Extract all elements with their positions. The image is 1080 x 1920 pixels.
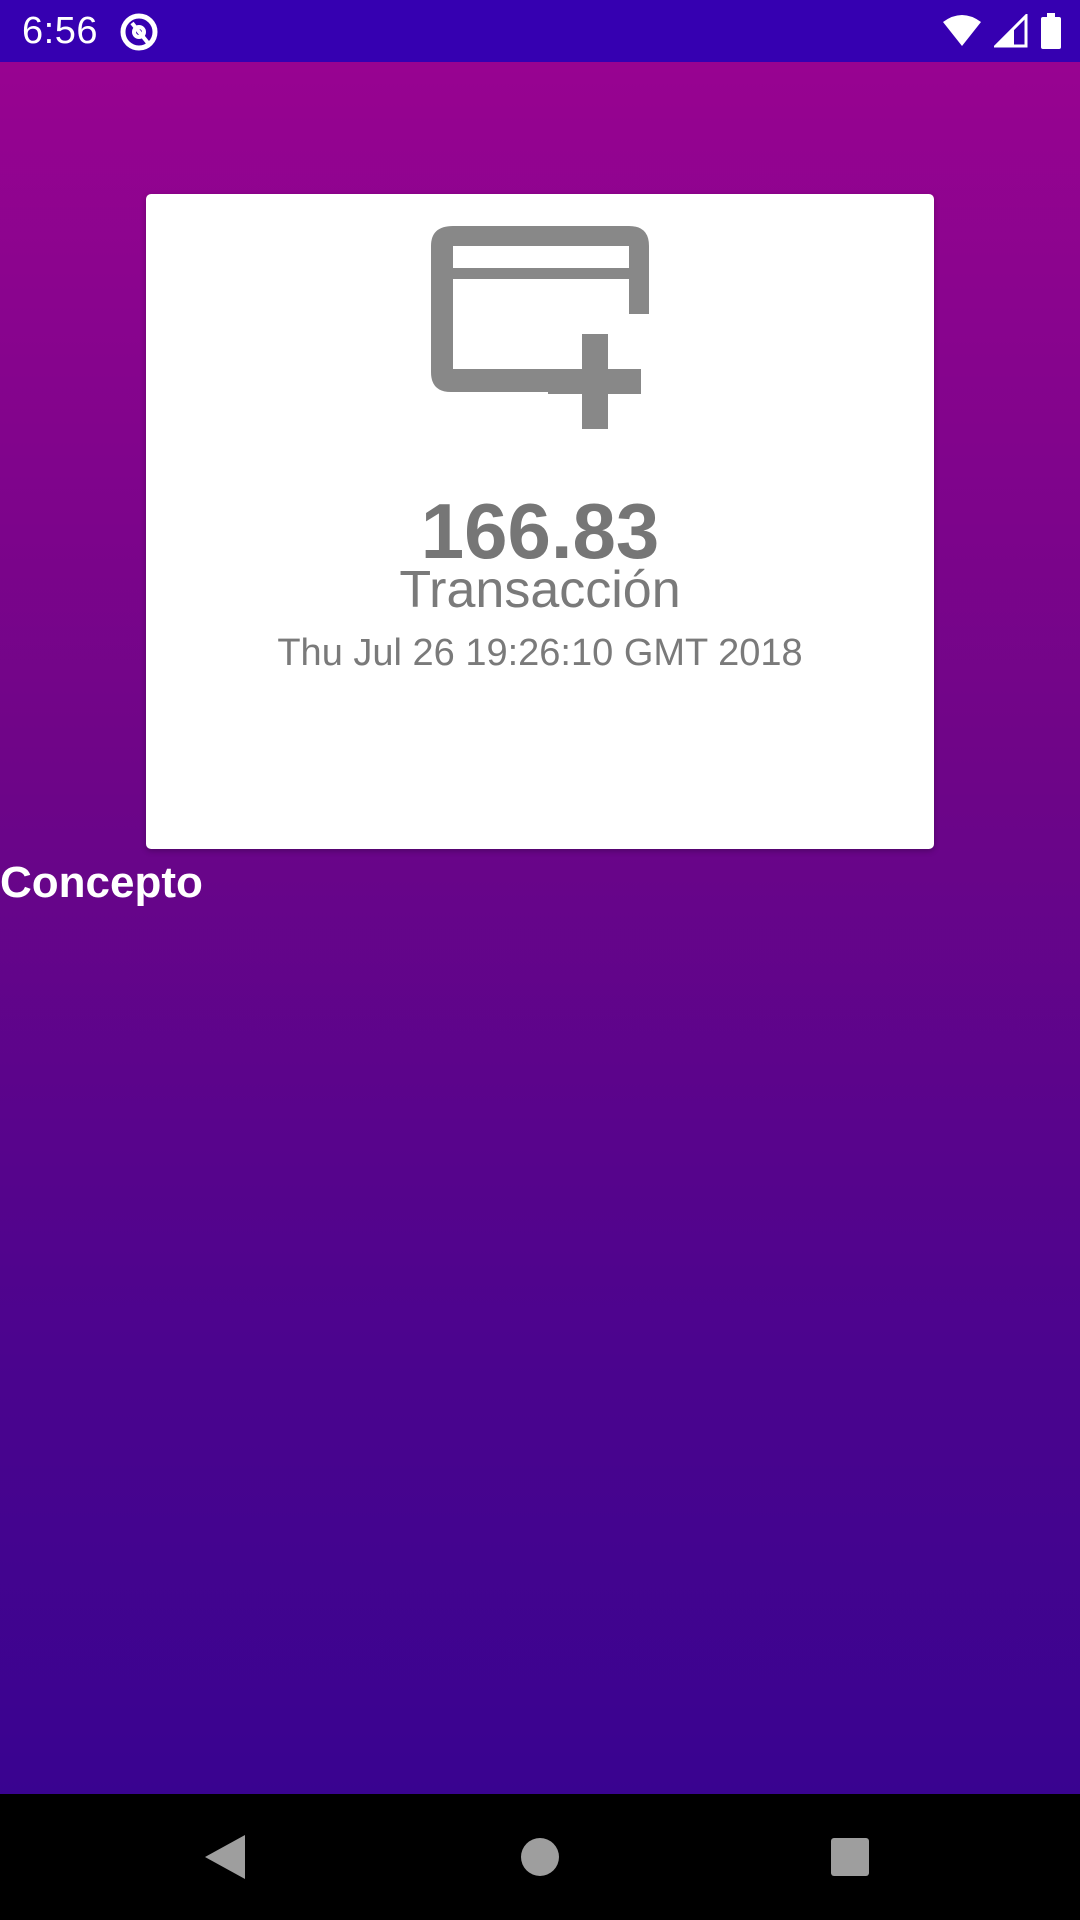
back-icon [205, 1835, 245, 1879]
transaction-amount: 166.83 [420, 487, 660, 575]
recents-icon [831, 1838, 869, 1876]
status-time: 6:56 [22, 10, 98, 52]
vpn-shield-icon [118, 11, 160, 53]
transaction-date: Thu Jul 26 19:26:10 GMT 2018 [277, 632, 803, 674]
cell-signal-icon [994, 14, 1028, 48]
navigation-bar [0, 1794, 1080, 1920]
status-icons [942, 12, 1062, 50]
wifi-icon [942, 14, 982, 48]
home-button[interactable] [505, 1822, 575, 1892]
status-bar: 6:56 [0, 0, 1080, 62]
recents-button[interactable] [815, 1822, 885, 1892]
back-button[interactable] [190, 1822, 260, 1892]
screen: 6:56 166.83 Transacción Thu Jul 26 19:26… [0, 0, 1080, 1920]
home-icon [521, 1838, 559, 1876]
main-content: 166.83 Transacción Thu Jul 26 19:26:10 G… [0, 62, 1080, 1794]
battery-icon [1040, 13, 1062, 49]
add-card-icon [429, 224, 679, 429]
transaction-label: Transacción [399, 561, 681, 619]
concept-heading: Concepto [0, 858, 203, 907]
transaction-card[interactable]: 166.83 Transacción Thu Jul 26 19:26:10 G… [146, 194, 934, 849]
